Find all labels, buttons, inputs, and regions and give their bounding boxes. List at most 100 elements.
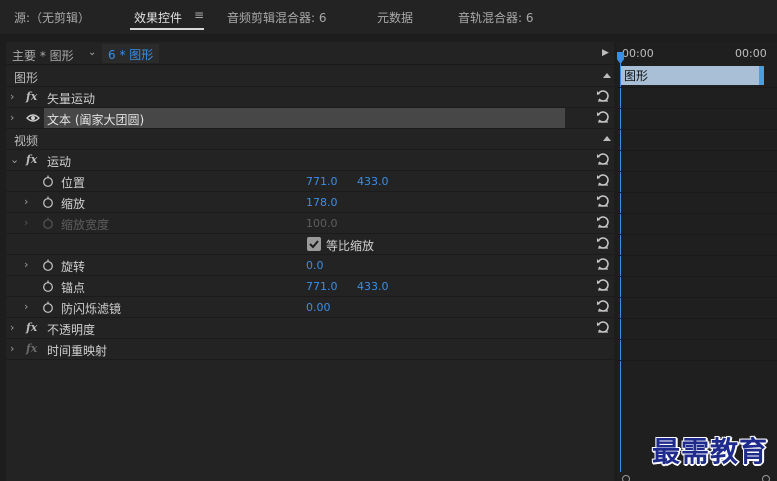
section-label: 视频 bbox=[14, 134, 39, 148]
effect-motion[interactable]: ⌄ fx 运动 bbox=[6, 150, 614, 171]
chevron-right-icon[interactable]: › bbox=[10, 111, 14, 124]
stopwatch-icon[interactable] bbox=[42, 280, 54, 292]
stopwatch-icon[interactable] bbox=[42, 301, 54, 313]
scroll-handle-left[interactable] bbox=[622, 475, 630, 481]
tab-source[interactable]: 源:（无剪辑） bbox=[14, 9, 90, 26]
track-divider bbox=[617, 339, 777, 340]
effect-vector-motion[interactable]: › fx 矢量运动 bbox=[6, 87, 614, 108]
chevron-down-icon[interactable]: ⌄ bbox=[10, 153, 19, 166]
chevron-right-icon[interactable]: › bbox=[24, 258, 28, 271]
eye-icon[interactable] bbox=[26, 113, 40, 123]
section-label: 图形 bbox=[14, 71, 39, 85]
active-tab-indicator bbox=[130, 28, 204, 30]
panel-tab-bar: 源:（无剪辑） 效果控件 ≡ 音频剪辑混合器: 6 元数据 音轨混合器: 6 bbox=[0, 0, 777, 34]
panel-menu-icon[interactable]: ≡ bbox=[194, 8, 204, 22]
reset-icon[interactable] bbox=[596, 173, 610, 187]
property-scale: › 缩放 178.0 bbox=[6, 192, 614, 213]
effect-timeline-panel: 00:00 00:00 图形 bbox=[617, 42, 777, 481]
track-divider bbox=[617, 234, 777, 235]
reset-icon[interactable] bbox=[596, 110, 610, 124]
playhead-line bbox=[620, 52, 621, 472]
reset-icon[interactable] bbox=[596, 278, 610, 292]
chevron-down-icon[interactable]: ⌄ bbox=[88, 47, 96, 58]
section-video[interactable]: 视频 bbox=[6, 129, 614, 150]
track-divider bbox=[617, 255, 777, 256]
property-uniform-scale: 等比缩放 bbox=[6, 234, 614, 255]
timecode-end: 00:00 bbox=[735, 47, 767, 60]
property-label: 缩放宽度 bbox=[61, 218, 110, 232]
property-label: 旋转 bbox=[61, 260, 86, 274]
tab-metadata[interactable]: 元数据 bbox=[377, 9, 413, 26]
scale-value[interactable]: 178.0 bbox=[306, 196, 338, 209]
reset-icon[interactable] bbox=[596, 236, 610, 250]
effect-opacity[interactable]: › fx 不透明度 bbox=[6, 318, 614, 339]
property-anti-flicker: › 防闪烁滤镜 0.00 bbox=[6, 297, 614, 318]
track-divider bbox=[617, 108, 777, 109]
reset-icon[interactable] bbox=[596, 299, 610, 313]
anti-flicker-value[interactable]: 0.00 bbox=[306, 301, 331, 314]
tab-audio-clip-mixer[interactable]: 音频剪辑混合器: 6 bbox=[227, 9, 327, 26]
stopwatch-icon bbox=[43, 217, 53, 229]
reset-icon[interactable] bbox=[596, 89, 610, 103]
uniform-scale-checkbox[interactable] bbox=[307, 237, 321, 251]
property-label: 等比缩放 bbox=[326, 239, 375, 253]
track-divider bbox=[617, 171, 777, 172]
watermark-logo: 最需教育 bbox=[652, 435, 769, 468]
reset-icon[interactable] bbox=[596, 215, 610, 229]
chevron-right-icon[interactable]: › bbox=[10, 321, 14, 334]
stopwatch-icon[interactable] bbox=[42, 175, 54, 187]
fx-icon[interactable]: fx bbox=[26, 153, 37, 166]
stopwatch-icon[interactable] bbox=[42, 196, 54, 208]
anchor-x-value[interactable]: 771.0 bbox=[306, 280, 338, 293]
anchor-y-value[interactable]: 433.0 bbox=[357, 280, 389, 293]
fx-icon[interactable]: fx bbox=[26, 321, 37, 334]
clip-end-handle[interactable] bbox=[759, 66, 764, 85]
track-divider bbox=[617, 150, 777, 151]
position-x-value[interactable]: 771.0 bbox=[306, 175, 338, 188]
rotation-value[interactable]: 0.0 bbox=[306, 259, 324, 272]
effect-time-remap[interactable]: › fx 时间重映射 bbox=[6, 339, 614, 360]
section-graphics[interactable]: 图形 bbox=[6, 66, 614, 87]
tab-audio-track-mixer[interactable]: 音轨混合器: 6 bbox=[458, 9, 534, 26]
checkmark-icon bbox=[309, 240, 319, 249]
track-divider bbox=[617, 192, 777, 193]
reset-icon[interactable] bbox=[596, 152, 610, 166]
timecode-start: 00:00 bbox=[622, 47, 654, 60]
property-scale-width: › 缩放宽度 100.0 bbox=[6, 213, 614, 234]
chevron-right-icon[interactable]: › bbox=[24, 195, 28, 208]
effect-text-layer[interactable]: › 文本 (阖家大团圆) bbox=[6, 108, 614, 129]
graphic-clip[interactable]: 图形 bbox=[621, 66, 763, 85]
property-position: 位置 771.0 433.0 bbox=[6, 171, 614, 192]
effect-label: 时间重映射 bbox=[47, 344, 108, 358]
reset-icon[interactable] bbox=[596, 194, 610, 208]
track-divider bbox=[617, 129, 777, 130]
chevron-right-icon[interactable]: › bbox=[24, 300, 28, 313]
sequence-clip-tab[interactable]: 6 * 图形 bbox=[102, 44, 160, 63]
effect-label: 文本 (阖家大团圆) bbox=[47, 113, 145, 127]
master-clip-label[interactable]: 主要 * 图形 bbox=[12, 47, 74, 64]
tab-effect-controls[interactable]: 效果控件 bbox=[134, 9, 182, 26]
collapse-icon[interactable] bbox=[603, 73, 611, 78]
effect-label: 矢量运动 bbox=[47, 92, 96, 106]
collapse-icon[interactable] bbox=[603, 136, 611, 141]
effect-label: 运动 bbox=[47, 155, 72, 169]
chevron-right-icon[interactable]: › bbox=[10, 90, 14, 103]
chevron-right-icon[interactable]: › bbox=[10, 342, 14, 355]
chevron-right-icon: › bbox=[24, 216, 29, 229]
track-divider bbox=[617, 213, 777, 214]
reset-icon[interactable] bbox=[596, 257, 610, 271]
property-rotation: › 旋转 0.0 bbox=[6, 255, 614, 276]
fx-icon: fx bbox=[26, 342, 38, 355]
reset-icon[interactable] bbox=[596, 320, 610, 334]
track-divider bbox=[617, 360, 777, 361]
clip-selector-bar: 主要 * 图形 ⌄ 6 * 图形 ▶ bbox=[6, 42, 614, 65]
scroll-handle-right[interactable] bbox=[762, 475, 770, 481]
play-triangle-icon[interactable]: ▶ bbox=[602, 48, 609, 58]
effect-label: 不透明度 bbox=[47, 323, 96, 337]
playhead-handle[interactable] bbox=[617, 52, 624, 64]
position-y-value[interactable]: 433.0 bbox=[357, 175, 389, 188]
property-anchor: 锚点 771.0 433.0 bbox=[6, 276, 614, 297]
effect-controls-panel: 主要 * 图形 ⌄ 6 * 图形 ▶ 图形 › fx 矢量运动 › 文本 (阖家… bbox=[6, 42, 614, 481]
stopwatch-icon[interactable] bbox=[42, 259, 54, 271]
fx-icon[interactable]: fx bbox=[26, 90, 37, 103]
